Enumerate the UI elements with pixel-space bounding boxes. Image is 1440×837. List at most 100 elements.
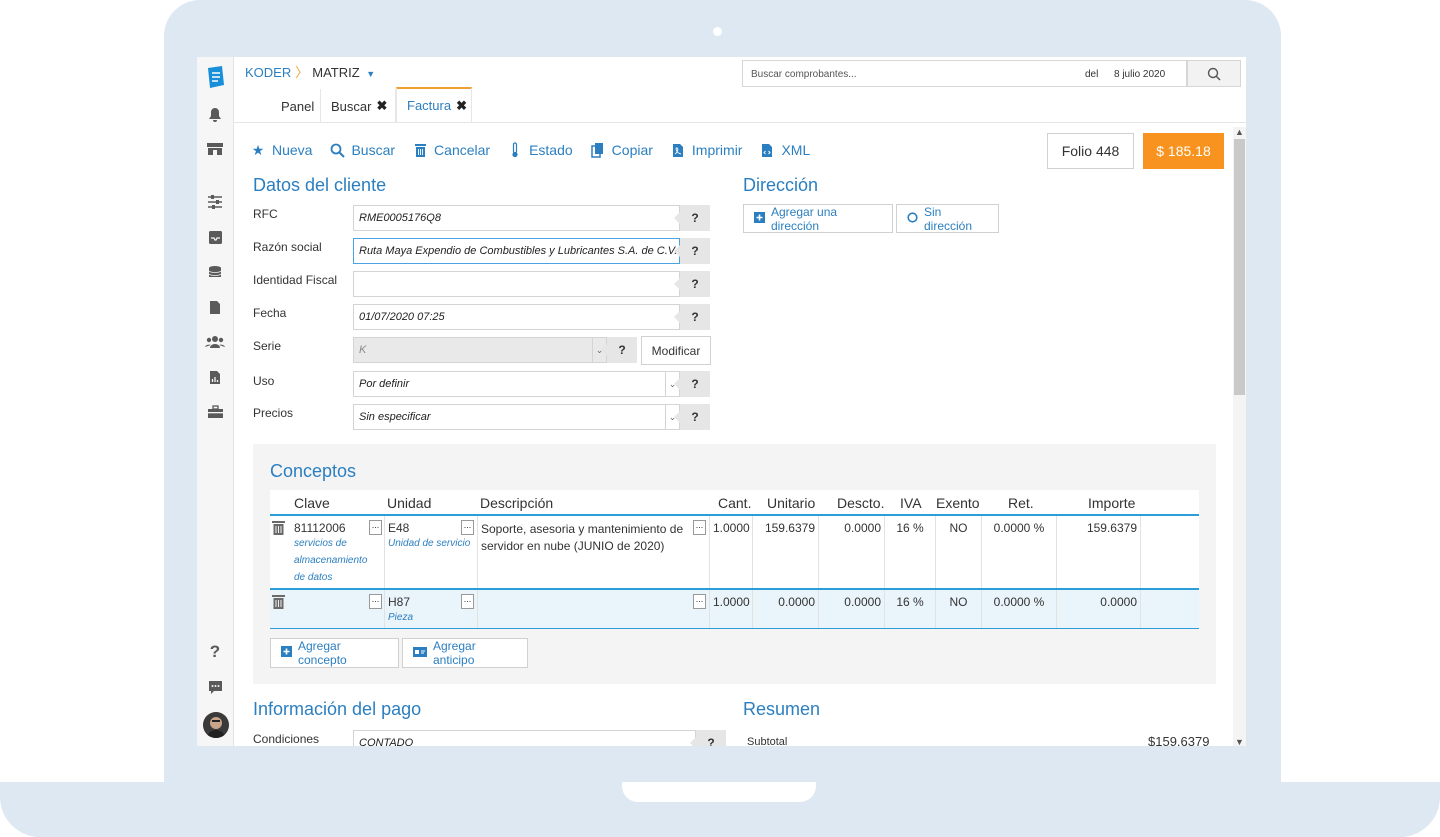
add-anticipo-button[interactable]: Agregar anticipo	[402, 638, 528, 668]
descripcion-value: Soporte, asesoria y mantenimiento de ser…	[481, 522, 684, 553]
condiciones-field[interactable]: CONTADO	[353, 730, 696, 746]
circle-icon	[907, 211, 918, 226]
unidad-cell[interactable]: H87 Pieza ...	[385, 590, 478, 628]
breadcrumb-branch[interactable]: MATRIZ	[312, 65, 359, 80]
descto-cell[interactable]: 0.0000	[819, 590, 885, 628]
close-icon[interactable]: ✖	[376, 98, 387, 114]
clave-lookup-button[interactable]: ...	[369, 594, 382, 609]
cant-cell[interactable]: 1.0000	[710, 516, 753, 588]
unidad-lookup-button[interactable]: ...	[461, 520, 474, 535]
users-group-icon[interactable]	[205, 332, 225, 352]
uso-select[interactable]: Por definir ⌄	[353, 371, 680, 397]
ret-cell[interactable]: 0.0000 %	[982, 590, 1057, 628]
branch-dropdown-icon[interactable]: ▼	[366, 69, 375, 79]
toolbox-icon[interactable]	[205, 402, 225, 422]
serie-help-button[interactable]: ?	[601, 337, 637, 363]
tab-buscar[interactable]: Buscar ✖	[321, 89, 396, 123]
unitario-cell[interactable]: 159.6379	[753, 516, 819, 588]
search-bar[interactable]: Buscar comprobantes... del 8 julio 2020	[742, 60, 1187, 87]
descripcion-lookup-button[interactable]: ...	[693, 594, 706, 609]
settings-sliders-icon[interactable]	[205, 192, 225, 212]
inbox-icon[interactable]	[205, 227, 225, 247]
scrollbar-thumb[interactable]	[1234, 139, 1245, 395]
razon-social-field[interactable]: Ruta Maya Expendio de Combustibles y Lub…	[353, 238, 680, 264]
nueva-button[interactable]: ★ Nueva	[250, 142, 313, 159]
xml-button[interactable]: XML	[759, 142, 810, 158]
estado-button[interactable]: Estado	[507, 142, 573, 158]
col-iva: IVA	[900, 495, 922, 511]
app-logo-icon[interactable]	[204, 65, 227, 89]
cancelar-button[interactable]: Cancelar	[412, 142, 490, 158]
delete-row-icon[interactable]	[272, 594, 286, 610]
client-section-title: Datos del cliente	[253, 175, 387, 195]
unitario-cell[interactable]: 0.0000	[753, 590, 819, 628]
tab-label: Buscar	[331, 98, 372, 114]
razon-help-button[interactable]: ?	[674, 238, 710, 264]
notifications-bell-icon[interactable]	[205, 105, 225, 125]
descripcion-lookup-button[interactable]: ...	[693, 520, 706, 535]
rfc-field[interactable]: RME0005176Q8	[353, 205, 680, 231]
delete-row-icon[interactable]	[272, 520, 286, 536]
identidad-fiscal-field[interactable]	[353, 271, 680, 297]
uso-help-button[interactable]: ?	[674, 371, 710, 397]
no-address-button[interactable]: Sin dirección	[896, 204, 999, 233]
cant-cell[interactable]: 1.0000	[710, 590, 753, 628]
iva-cell[interactable]: 16 %	[885, 590, 936, 628]
unidad-lookup-button[interactable]: ...	[461, 594, 474, 609]
clave-cell[interactable]: 81112006 servicios de almacenamiento de …	[291, 516, 385, 588]
scroll-down-icon[interactable]: ▼	[1235, 737, 1244, 746]
imprimir-button[interactable]: Imprimir	[670, 142, 742, 158]
col-descto: Descto.	[837, 495, 885, 511]
modificar-button[interactable]: Modificar	[641, 336, 711, 365]
conceptos-table: Clave Unidad Descripción Cant. Unitario …	[270, 490, 1199, 629]
descripcion-cell[interactable]: ...	[478, 590, 710, 628]
tab-panel[interactable]: Panel	[271, 89, 321, 123]
subtotal-value: $159.6379	[1148, 734, 1210, 746]
report-icon[interactable]	[205, 367, 225, 387]
id-card-icon	[413, 646, 427, 660]
clave-lookup-button[interactable]: ...	[369, 520, 382, 535]
add-address-button[interactable]: Agregar una dirección	[743, 204, 893, 233]
clave-cell[interactable]: ...	[291, 590, 385, 628]
tab-factura[interactable]: Factura ✖	[396, 87, 472, 122]
uso-label: Uso	[253, 374, 275, 388]
search-button[interactable]	[1187, 60, 1241, 87]
serie-field[interactable]: K ⌄	[353, 337, 607, 363]
precios-select[interactable]: Sin especificar ⌄	[353, 404, 680, 430]
fecha-help-button[interactable]: ?	[674, 304, 710, 330]
store-icon[interactable]	[205, 139, 225, 159]
coins-icon[interactable]	[205, 262, 225, 282]
exento-cell[interactable]: NO	[936, 516, 982, 588]
total-badge: $ 185.18	[1143, 133, 1224, 169]
fecha-field[interactable]: 01/07/2020 07:25	[353, 304, 680, 330]
search-date[interactable]: 8 julio 2020	[1114, 69, 1165, 80]
user-avatar[interactable]	[203, 712, 229, 738]
rfc-help-button[interactable]: ?	[674, 205, 710, 231]
conceptos-panel: Conceptos Clave Unidad Descripción Cant.…	[253, 444, 1216, 684]
table-row[interactable]: ... H87 Pieza ... ... 1.0000 0.0000 0.00…	[270, 589, 1199, 629]
search-input[interactable]: Buscar comprobantes...	[751, 69, 857, 80]
copiar-button[interactable]: Copiar	[590, 142, 653, 158]
identidad-help-button[interactable]: ?	[674, 271, 710, 297]
condiciones-help-button[interactable]: ?	[690, 730, 726, 746]
ret-cell[interactable]: 0.0000 %	[982, 516, 1057, 588]
breadcrumb-company[interactable]: KODER	[245, 65, 291, 80]
add-concepto-button[interactable]: Agregar concepto	[270, 638, 399, 668]
table-header: Clave Unidad Descripción Cant. Unitario …	[270, 490, 1199, 516]
precios-help-button[interactable]: ?	[674, 404, 710, 430]
help-icon[interactable]: ?	[205, 642, 225, 662]
document-icon[interactable]	[205, 297, 225, 317]
close-icon[interactable]: ✖	[456, 98, 467, 114]
chat-icon[interactable]	[205, 677, 225, 697]
table-row[interactable]: 81112006 servicios de almacenamiento de …	[270, 516, 1199, 589]
buscar-button[interactable]: Buscar	[329, 142, 395, 158]
exento-cell[interactable]: NO	[936, 590, 982, 628]
descripcion-cell[interactable]: Soporte, asesoria y mantenimiento de ser…	[478, 516, 710, 588]
descto-cell[interactable]: 0.0000	[819, 516, 885, 588]
unidad-cell[interactable]: E48 Unidad de servicio ...	[385, 516, 478, 588]
iva-cell[interactable]: 16 %	[885, 516, 936, 588]
scroll-up-icon[interactable]: ▲	[1235, 127, 1244, 137]
serie-value: K	[359, 344, 367, 356]
trash-icon	[412, 142, 428, 158]
thermometer-icon	[507, 142, 523, 158]
